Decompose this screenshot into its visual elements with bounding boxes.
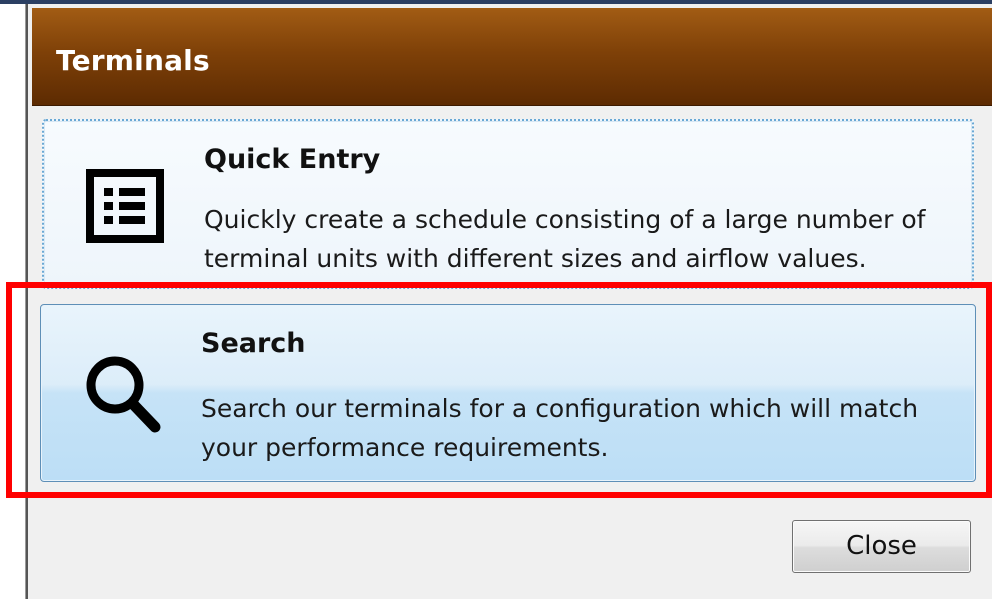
search-title: Search <box>201 328 306 359</box>
dialog-title: Terminals <box>56 44 210 77</box>
quick-entry-title: Quick Entry <box>204 144 381 175</box>
terminals-dialog: Terminals <box>26 4 992 599</box>
quick-entry-option[interactable]: Quick Entry Quickly create a schedule co… <box>42 119 974 289</box>
screen: Terminals Quick Entry Quickly create a s… <box>0 0 992 599</box>
close-button[interactable]: Close <box>792 520 971 573</box>
search-option[interactable]: Search Search our terminals for a config… <box>40 304 976 482</box>
search-description: Search our terminals for a configuration… <box>201 394 919 462</box>
quick-entry-description: Quickly create a schedule consisting of … <box>204 205 926 273</box>
search-icon <box>86 356 161 433</box>
list-icon <box>86 169 164 243</box>
dialog-title-bar[interactable]: Terminals <box>32 8 992 106</box>
